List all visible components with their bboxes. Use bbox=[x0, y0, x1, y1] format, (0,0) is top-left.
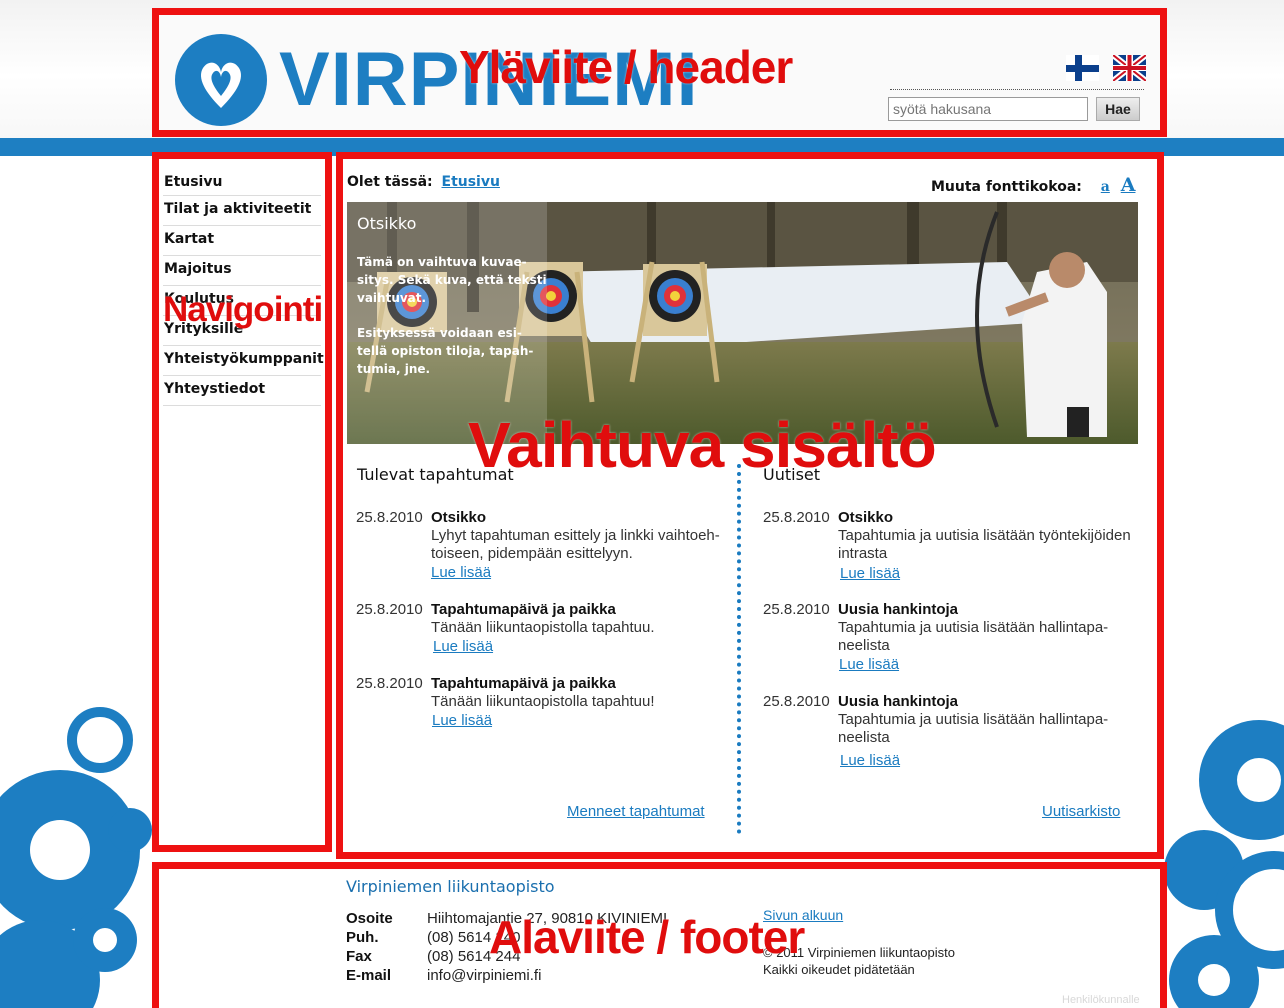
uk-flag-icon[interactable] bbox=[1113, 55, 1146, 81]
finnish-flag-icon[interactable] bbox=[1066, 55, 1099, 81]
news-title: Uusia hankintoja bbox=[838, 693, 959, 710]
news-read-more-link[interactable]: Lue lisää bbox=[839, 656, 899, 674]
breadcrumb-current-link[interactable]: Etusivu bbox=[442, 174, 500, 190]
event-date: 25.8.2010 bbox=[356, 601, 423, 618]
nav-item-yhteystiedot[interactable]: Yhteystiedot bbox=[163, 376, 321, 406]
event-text: Tänään liikuntaopistolla tapahtuu! bbox=[431, 693, 655, 710]
footer-label: Fax bbox=[346, 948, 372, 965]
staff-link[interactable]: Henkilökunnalle bbox=[1062, 994, 1140, 1006]
annotation-header-label: Yläviite / header bbox=[459, 41, 793, 93]
event-read-more-link[interactable]: Lue lisää bbox=[431, 564, 491, 582]
column-divider bbox=[737, 464, 741, 834]
news-date: 25.8.2010 bbox=[763, 509, 830, 526]
nav-item-etusivu[interactable]: Etusivu bbox=[163, 170, 321, 196]
nav-item-kartat[interactable]: Kartat bbox=[163, 226, 321, 256]
font-size-control: Muuta fonttikokoa: a A bbox=[931, 174, 1135, 196]
event-date: 25.8.2010 bbox=[356, 509, 423, 526]
event-read-more-link[interactable]: Lue lisää bbox=[433, 638, 493, 656]
footer-label: Puh. bbox=[346, 929, 379, 946]
footer-org-name: Virpiniemen liikuntaopisto bbox=[346, 877, 555, 896]
font-size-label: Muuta fonttikokoa: bbox=[931, 179, 1082, 195]
news-date: 25.8.2010 bbox=[763, 693, 830, 710]
right-bubble-decoration bbox=[1164, 720, 1284, 1008]
news-title: Uusia hankintoja bbox=[838, 601, 959, 618]
annotation-content-label: Vaihtuva sisältö bbox=[468, 409, 937, 481]
news-title: Otsikko bbox=[838, 509, 894, 526]
nav-item-yhteistyokumppanit[interactable]: Yhteistyökumppanit bbox=[163, 346, 324, 376]
hero-title: Otsikko bbox=[357, 214, 417, 233]
annotation-footer-label: Alaviite / footer bbox=[489, 911, 805, 963]
footer-label: E-mail bbox=[346, 967, 392, 984]
hero-paragraph-2: Esityksessä voidaan esi-tellä opiston ti… bbox=[357, 326, 534, 376]
search-button[interactable]: Hae bbox=[1096, 97, 1140, 121]
news-text: Tapahtumia ja uutisia lisätään työntekij… bbox=[838, 527, 1131, 562]
event-read-more-link[interactable]: Lue lisää bbox=[432, 712, 492, 730]
footer-rights: Kaikki oikeudet pidätetään bbox=[763, 962, 915, 977]
logo-heart-icon bbox=[175, 34, 267, 126]
main-navigation: Etusivu Tilat ja aktiviteetit Kartat Maj… bbox=[163, 170, 324, 406]
past-events-link[interactable]: Menneet tapahtumat bbox=[567, 803, 705, 820]
search-input[interactable] bbox=[888, 97, 1088, 121]
news-read-more-link[interactable]: Lue lisää bbox=[840, 565, 900, 583]
breadcrumb-prefix: Olet tässä: bbox=[347, 174, 433, 190]
news-text: Tapahtumia ja uutisia lisätään hallintap… bbox=[838, 619, 1109, 654]
search-separator bbox=[890, 89, 1144, 90]
annotation-nav-label: Navigointi bbox=[163, 290, 323, 329]
event-title: Otsikko bbox=[431, 509, 487, 526]
news-read-more-link[interactable]: Lue lisää bbox=[840, 752, 900, 770]
breadcrumb: Olet tässä: Etusivu bbox=[347, 174, 500, 190]
event-date: 25.8.2010 bbox=[356, 675, 423, 692]
font-size-small-button[interactable]: a bbox=[1101, 179, 1110, 195]
event-title: Tapahtumapäivä ja paikka bbox=[431, 675, 616, 692]
footer-label: Osoite bbox=[346, 910, 393, 927]
hero-paragraph-1: Tämä on vaihtuva kuvae-sitys. Sekä kuva,… bbox=[357, 255, 547, 305]
left-bubble-decoration bbox=[0, 707, 152, 1008]
event-text: Lyhyt tapahtuman esittely ja linkki vaih… bbox=[431, 527, 720, 562]
font-size-large-button[interactable]: A bbox=[1121, 174, 1136, 196]
news-date: 25.8.2010 bbox=[763, 601, 830, 618]
news-text: Tapahtumia ja uutisia lisätään hallintap… bbox=[838, 711, 1109, 746]
event-text: Tänään liikuntaopistolla tapahtuu. bbox=[431, 619, 655, 636]
footer-email-link[interactable]: info@virpiniemi.fi bbox=[427, 967, 541, 984]
nav-item-tilat[interactable]: Tilat ja aktiviteetit bbox=[163, 196, 321, 226]
footer-email-row: E-mail info@virpiniemi.fi bbox=[346, 967, 541, 985]
event-title: Tapahtumapäivä ja paikka bbox=[431, 601, 616, 618]
nav-item-majoitus[interactable]: Majoitus bbox=[163, 256, 321, 286]
language-switcher bbox=[1066, 55, 1146, 81]
news-archive-link[interactable]: Uutisarkisto bbox=[1042, 803, 1120, 820]
